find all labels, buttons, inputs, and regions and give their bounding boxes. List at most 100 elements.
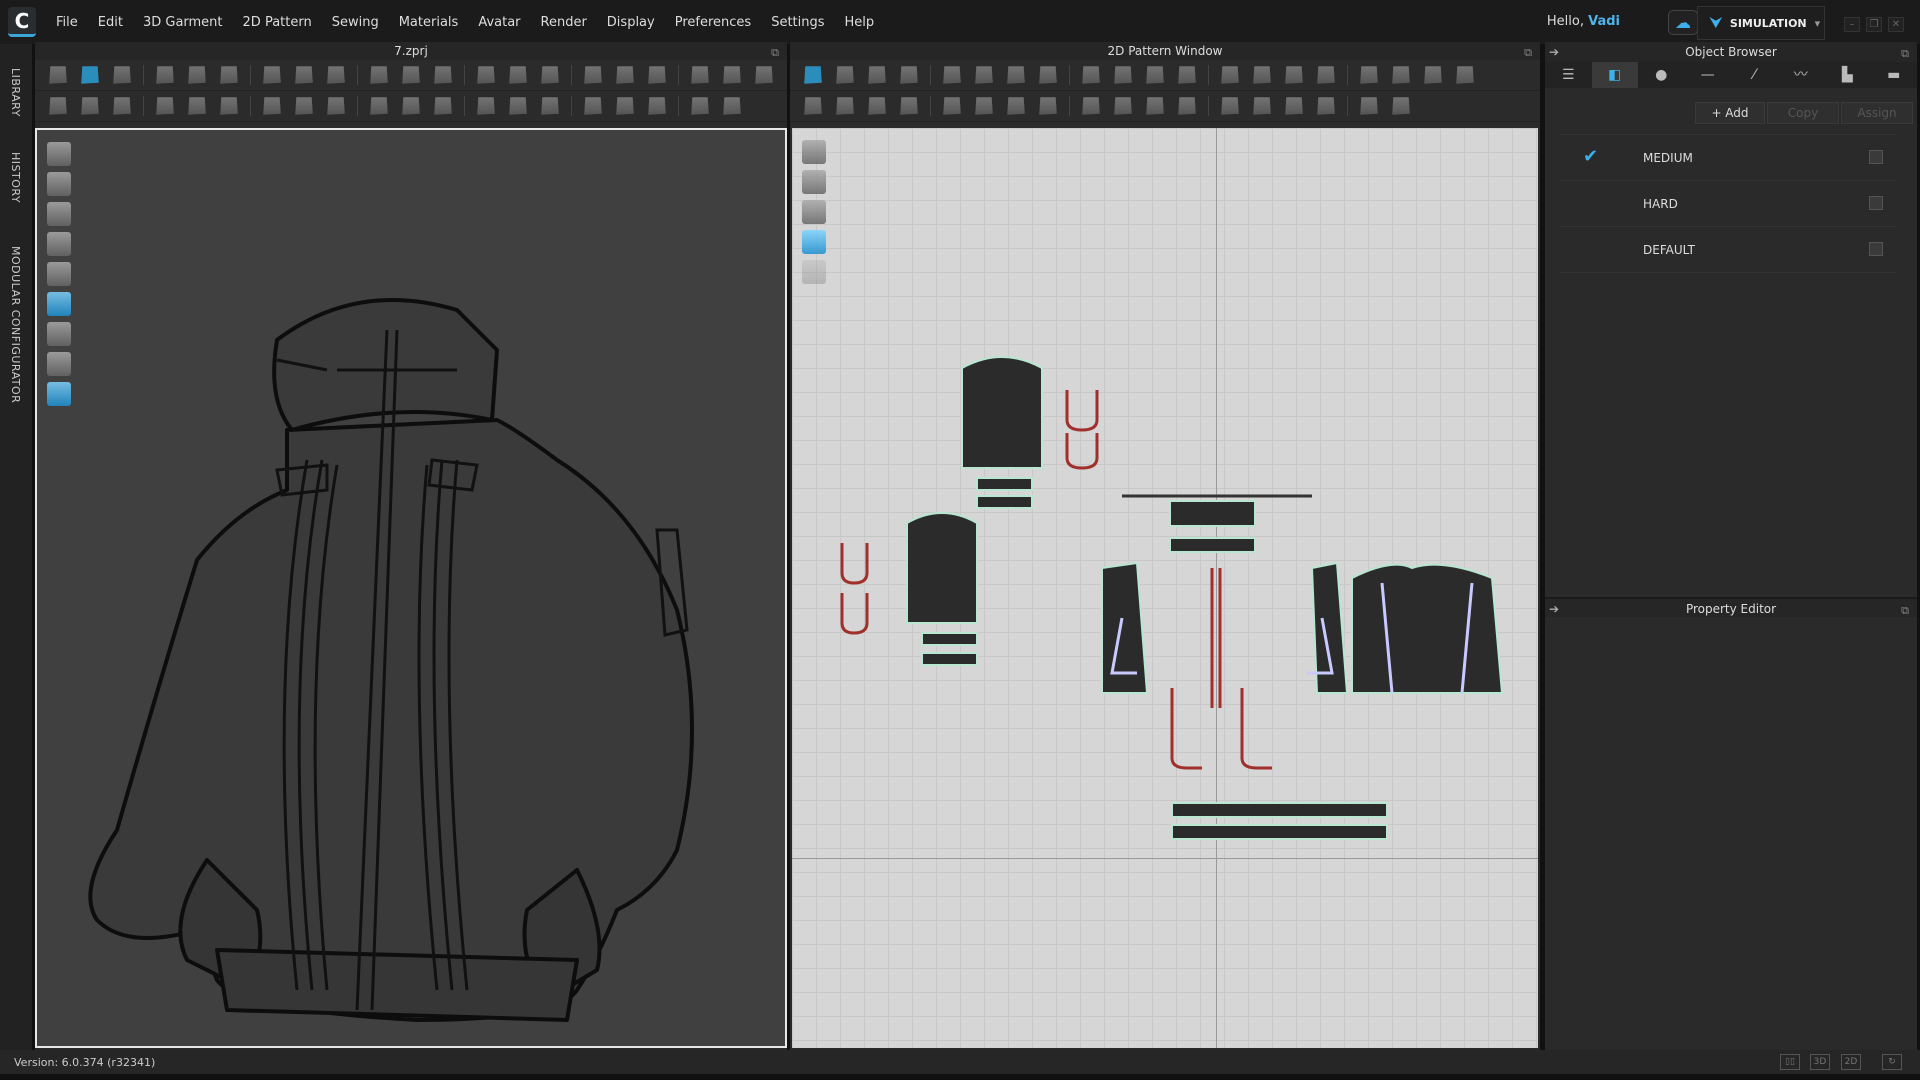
toolbar-tool-icon[interactable] [691,66,709,84]
menu-2d-pattern[interactable]: 2D Pattern [233,15,322,30]
collapse-arrow-icon[interactable]: ➔ [1549,599,1559,619]
toolbar-tool-icon[interactable] [1456,66,1474,84]
3d-view-button[interactable]: 3D [1810,1054,1830,1070]
list-icon[interactable]: ☰ [1545,62,1592,88]
toolbar-tool-icon[interactable] [836,66,854,84]
toolbar-tool-icon[interactable] [156,66,174,84]
copy-button[interactable]: Copy [1767,102,1839,124]
menu-edit[interactable]: Edit [88,15,133,30]
toolbar-tool-icon[interactable] [1360,97,1378,115]
pattern-pieces[interactable] [792,128,1538,1048]
toolbar-tool-icon[interactable] [49,97,67,115]
toolbar-tool-icon[interactable] [1114,66,1132,84]
toolbar-tool-icon[interactable] [327,97,345,115]
list-item[interactable]: ✔ MEDIUM [1559,135,1897,181]
popout-icon[interactable]: ⧉ [1901,601,1909,621]
toolbar-tool-icon[interactable] [900,66,918,84]
toolbar-tool-icon[interactable] [975,66,993,84]
toolbar-tool-icon[interactable] [1253,66,1271,84]
toolbar-tool-icon[interactable] [1146,97,1164,115]
toolbar-tool-icon[interactable] [49,66,67,84]
toolbar-tool-icon[interactable] [541,97,559,115]
toolbar-tool-icon[interactable] [370,66,388,84]
toolbar-tool-icon[interactable] [1178,66,1196,84]
toolbar-tool-icon[interactable] [755,66,773,84]
toolbar-tool-icon[interactable] [509,66,527,84]
menu-settings[interactable]: Settings [761,15,834,30]
minimize-button[interactable]: – [1844,17,1860,32]
menu-render[interactable]: Render [531,15,597,30]
toolbar-tool-icon[interactable] [836,97,854,115]
tab-library[interactable]: LIBRARY [9,68,22,117]
button-tab-icon[interactable]: ● [1638,62,1685,88]
app-logo[interactable]: C [8,7,36,37]
toolbar-tool-icon[interactable] [263,66,281,84]
toolbar-tool-icon[interactable] [295,66,313,84]
toolbar-tool-icon[interactable] [1317,66,1335,84]
collapse-arrow-icon[interactable]: ➔ [1549,42,1559,62]
menu-3d-garment[interactable]: 3D Garment [133,15,233,30]
toolbar-tool-icon[interactable] [648,66,666,84]
3d-viewport[interactable] [35,128,787,1048]
toolbar-tool-icon[interactable] [1082,97,1100,115]
jacket-3d-model[interactable] [37,130,789,1050]
toolbar-tool-icon[interactable] [188,66,206,84]
toolbar-tool-icon[interactable] [584,66,602,84]
toolbar-tool-icon[interactable] [648,97,666,115]
toolbar-tool-icon[interactable] [1424,66,1442,84]
toolbar-tool-icon[interactable] [1178,97,1196,115]
toolbar-tool-icon[interactable] [509,97,527,115]
toolbar-tool-icon[interactable] [81,66,99,84]
measure-tab-icon[interactable]: ▬ [1871,62,1918,88]
toolbar-tool-icon[interactable] [1082,66,1100,84]
toolbar-tool-icon[interactable] [723,66,741,84]
2d-pattern-canvas[interactable] [792,128,1538,1048]
refresh-icon[interactable]: ↻ [1882,1054,1902,1070]
fabric-tab-icon[interactable]: ◧ [1591,62,1638,88]
menu-avatar[interactable]: Avatar [468,15,530,30]
tab-history[interactable]: HISTORY [9,152,22,203]
add-button[interactable]: + Add [1695,102,1765,124]
toolbar-tool-icon[interactable] [616,66,634,84]
topstitch-tab-icon[interactable]: ⁄ [1731,62,1778,88]
toolbar-tool-icon[interactable] [477,97,495,115]
line-tab-icon[interactable]: — [1685,62,1732,88]
duplicate-icon[interactable] [1869,242,1883,256]
menu-preferences[interactable]: Preferences [665,15,761,30]
toolbar-tool-icon[interactable] [975,97,993,115]
toolbar-tool-icon[interactable] [1221,66,1239,84]
menu-display[interactable]: Display [597,15,665,30]
toolbar-tool-icon[interactable] [943,97,961,115]
toolbar-tool-icon[interactable] [1007,66,1025,84]
toolbar-tool-icon[interactable] [1285,66,1303,84]
toolbar-tool-icon[interactable] [900,97,918,115]
list-item[interactable]: DEFAULT [1559,227,1897,273]
toolbar-tool-icon[interactable] [1039,97,1057,115]
close-button[interactable]: ✕ [1888,17,1904,32]
toolbar-tool-icon[interactable] [1114,97,1132,115]
list-item[interactable]: HARD [1559,181,1897,227]
toolbar-tool-icon[interactable] [402,66,420,84]
toolbar-tool-icon[interactable] [434,66,452,84]
toolbar-tool-icon[interactable] [1285,97,1303,115]
cloud-icon[interactable]: ☁ [1668,10,1698,35]
toolbar-tool-icon[interactable] [295,97,313,115]
toolbar-tool-icon[interactable] [1317,97,1335,115]
popout-icon[interactable]: ⧉ [771,44,779,62]
toolbar-tool-icon[interactable] [1007,97,1025,115]
toolbar-tool-icon[interactable] [868,66,886,84]
toolbar-tool-icon[interactable] [220,97,238,115]
menu-file[interactable]: File [46,15,88,30]
split-view-button[interactable]: ▯▯ [1780,1054,1800,1070]
toolbar-tool-icon[interactable] [370,97,388,115]
toolbar-tool-icon[interactable] [434,97,452,115]
menu-sewing[interactable]: Sewing [322,15,389,30]
toolbar-tool-icon[interactable] [723,97,741,115]
mode-selector[interactable]: ⮟ SIMULATION ▾ [1697,6,1825,40]
toolbar-tool-icon[interactable] [616,97,634,115]
toolbar-tool-icon[interactable] [1360,66,1378,84]
toolbar-tool-icon[interactable] [1392,66,1410,84]
duplicate-icon[interactable] [1869,150,1883,164]
tab-modular-configurator[interactable]: MODULAR CONFIGURATOR [9,246,22,403]
toolbar-tool-icon[interactable] [81,97,99,115]
